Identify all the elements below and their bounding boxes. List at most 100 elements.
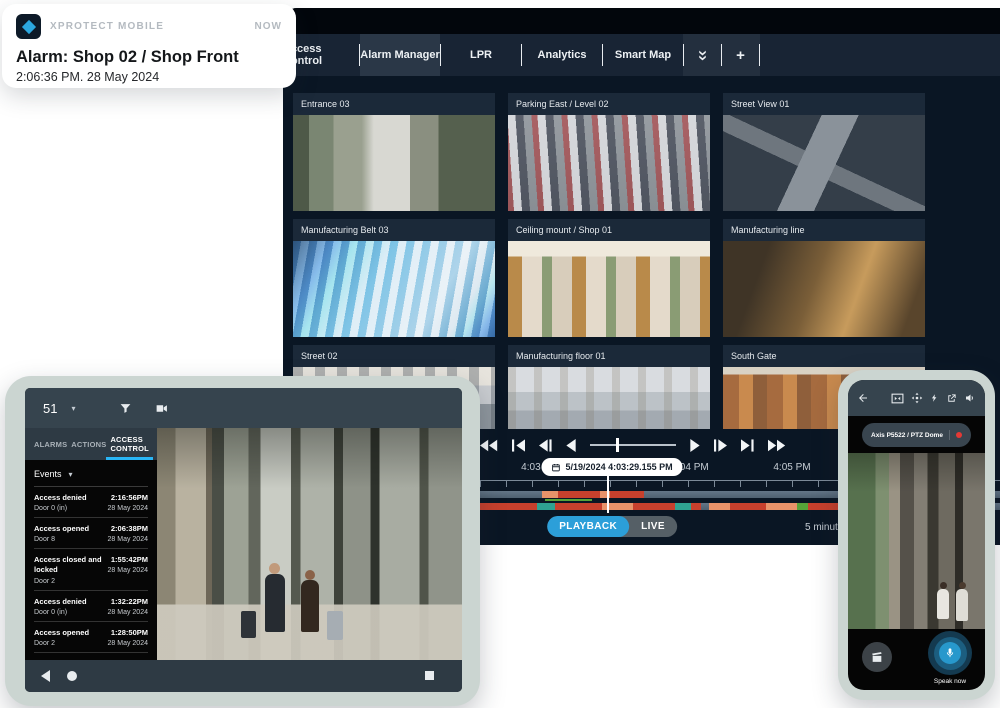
- export-clip-button[interactable]: [862, 642, 892, 672]
- back-button[interactable]: [857, 392, 869, 404]
- notification-title: Alarm: Shop 02 / Shop Front: [16, 48, 282, 67]
- event-row[interactable]: Access opened Door 2 1:28:50PM 28 May 20…: [34, 622, 148, 653]
- jump-to-start-button[interactable]: [512, 439, 525, 452]
- camera-feed-manufacturing-floor-01[interactable]: [508, 367, 710, 429]
- fit-screen-button[interactable]: [891, 393, 904, 404]
- chevron-down-icon[interactable]: ▾: [71, 404, 75, 413]
- tablet-body: ALARMS ACTIONS ACCESS CONTROL Events ▾ A…: [25, 428, 462, 660]
- xprotect-app-icon: [16, 14, 41, 39]
- recording-segment: [480, 503, 537, 510]
- camera-feed-manufacturing-belt-03[interactable]: [293, 241, 495, 337]
- tab-lpr[interactable]: LPR: [441, 34, 521, 76]
- camera-title: Ceiling mount / Shop 01: [508, 219, 710, 241]
- tab-alarms[interactable]: ALARMS: [32, 428, 69, 460]
- tab-smart-map[interactable]: Smart Map: [603, 34, 683, 76]
- event-date: 28 May 2024: [108, 567, 148, 574]
- notification-time-badge: NOW: [255, 21, 282, 32]
- playback-mode-button[interactable]: PLAYBACK: [547, 516, 629, 537]
- tab-analytics[interactable]: Analytics: [522, 34, 602, 76]
- share-out-icon: [946, 393, 957, 404]
- event-row[interactable]: Access denied Door 0 (in) 2:16:56PM 28 M…: [34, 487, 148, 518]
- camera-feed-entrance-03[interactable]: [293, 115, 495, 211]
- event-detail: Door 2: [34, 578, 108, 585]
- fast-rewind-button[interactable]: [480, 439, 498, 452]
- playback-live-toggle: PLAYBACK LIVE: [547, 516, 677, 537]
- video-camera-button[interactable]: [154, 402, 169, 415]
- camera-feed-street-view-01[interactable]: [723, 115, 925, 211]
- event-left: Access denied Door 0 (in): [34, 493, 87, 512]
- playback-speed-slider[interactable]: [590, 438, 676, 452]
- camera-feed-manufacturing-line[interactable]: [723, 241, 925, 337]
- live-mode-button[interactable]: LIVE: [629, 516, 677, 537]
- event-detail: Door 2: [34, 640, 89, 647]
- tablet-device: 51 ▾ ALARMS ACTIONS ACCESS CONTROL: [5, 376, 480, 706]
- double-chevron-down-icon: [696, 49, 709, 62]
- events-filter-dropdown[interactable]: Events ▾: [34, 465, 148, 487]
- event-right: 2:16:56PM 28 May 2024: [108, 493, 148, 512]
- view-tab-bar: Access Control Alarm Manager LPR Analyti…: [283, 34, 1000, 76]
- event-row[interactable]: Access denied Door 0 (in) 1:32:22PM 28 M…: [34, 591, 148, 622]
- recording-segment: [766, 503, 797, 510]
- camera-feed-parking-east[interactable]: [508, 115, 710, 211]
- events-list: Events ▾ Access denied Door 0 (in) 2:16:…: [25, 460, 157, 660]
- camera-title: Street 02: [293, 345, 495, 367]
- composite-screenshot: Access Control Alarm Manager LPR Analyti…: [0, 0, 1000, 708]
- current-time-picker[interactable]: 5/19/2024 4:03:29.155 PM: [542, 458, 683, 476]
- event-time: 2:16:56PM: [108, 493, 148, 503]
- calendar-icon: [552, 463, 561, 472]
- ptz-move-icon: [911, 392, 923, 404]
- camera-pill-row: Axis P5522 / PTZ Dome: [848, 423, 985, 447]
- person-silhouette: [956, 589, 968, 621]
- step-backward-button[interactable]: [539, 439, 552, 452]
- slider-handle[interactable]: [616, 438, 619, 452]
- play-forward-button[interactable]: [690, 439, 700, 452]
- nav-back-icon[interactable]: [41, 670, 50, 682]
- step-forward-button[interactable]: [714, 439, 727, 452]
- playback-controls: [480, 430, 786, 460]
- play-reverse-button[interactable]: [566, 439, 576, 452]
- event-row[interactable]: Access opened Door 8 2:06:38PM 28 May 20…: [34, 518, 148, 549]
- camera-title: Parking East / Level 02: [508, 93, 710, 115]
- recording-segment: [709, 503, 730, 510]
- camera-select-pill[interactable]: Axis P5522 / PTZ Dome: [862, 423, 971, 447]
- event-right: 2:06:38PM 28 May 2024: [108, 524, 148, 543]
- recording-segment: [542, 491, 558, 498]
- mobile-notification-card[interactable]: XPROTECT MOBILE NOW Alarm: Shop 02 / Sho…: [2, 4, 296, 88]
- collapse-tabs-button[interactable]: [684, 34, 721, 76]
- event-title: Access denied: [34, 493, 87, 503]
- recording-segment: [558, 491, 600, 498]
- ptz-control-button[interactable]: [911, 392, 923, 404]
- video-camera-icon: [154, 402, 169, 415]
- event-title: Access denied: [34, 597, 87, 607]
- fast-forward-button[interactable]: [768, 439, 786, 452]
- nav-home-icon[interactable]: [67, 671, 77, 681]
- add-tab-button[interactable]: +: [722, 34, 759, 76]
- fit-screen-icon: [891, 393, 904, 404]
- nav-recents-icon[interactable]: [425, 671, 434, 680]
- tab-access-control[interactable]: ACCESS CONTROL: [108, 428, 150, 460]
- events-side-panel: ALARMS ACTIONS ACCESS CONTROL Events ▾ A…: [25, 428, 157, 660]
- jump-to-end-button[interactable]: [741, 439, 754, 452]
- tab-alarm-manager[interactable]: Alarm Manager: [360, 34, 440, 76]
- tick-label: 4:05 PM: [773, 462, 810, 473]
- event-row[interactable]: Access closed and locked Door 2 1:55:42P…: [34, 549, 148, 590]
- live-video-ptz-dome[interactable]: [848, 453, 985, 629]
- pill-divider: [949, 430, 950, 440]
- tab-actions[interactable]: ACTIONS: [69, 428, 108, 460]
- lightning-bolt-icon: [930, 392, 939, 404]
- camera-feed-ceiling-mount-shop-01[interactable]: [508, 241, 710, 337]
- recording-segment: [730, 503, 766, 510]
- filter-button[interactable]: [119, 402, 132, 415]
- push-to-talk-button[interactable]: [928, 631, 972, 675]
- camera-count-dropdown[interactable]: 51: [43, 401, 57, 416]
- record-indicator-icon[interactable]: [956, 432, 962, 438]
- notification-app-name: XPROTECT MOBILE: [50, 21, 164, 32]
- slider-track: [590, 444, 676, 446]
- recording-segment: [633, 503, 675, 510]
- live-video-entrance[interactable]: [157, 428, 462, 660]
- tab-bar-filler: [760, 34, 1000, 76]
- event-title: Access opened: [34, 628, 89, 638]
- share-button[interactable]: [946, 393, 957, 404]
- flash-button[interactable]: [930, 392, 939, 404]
- volume-button[interactable]: [964, 392, 976, 404]
